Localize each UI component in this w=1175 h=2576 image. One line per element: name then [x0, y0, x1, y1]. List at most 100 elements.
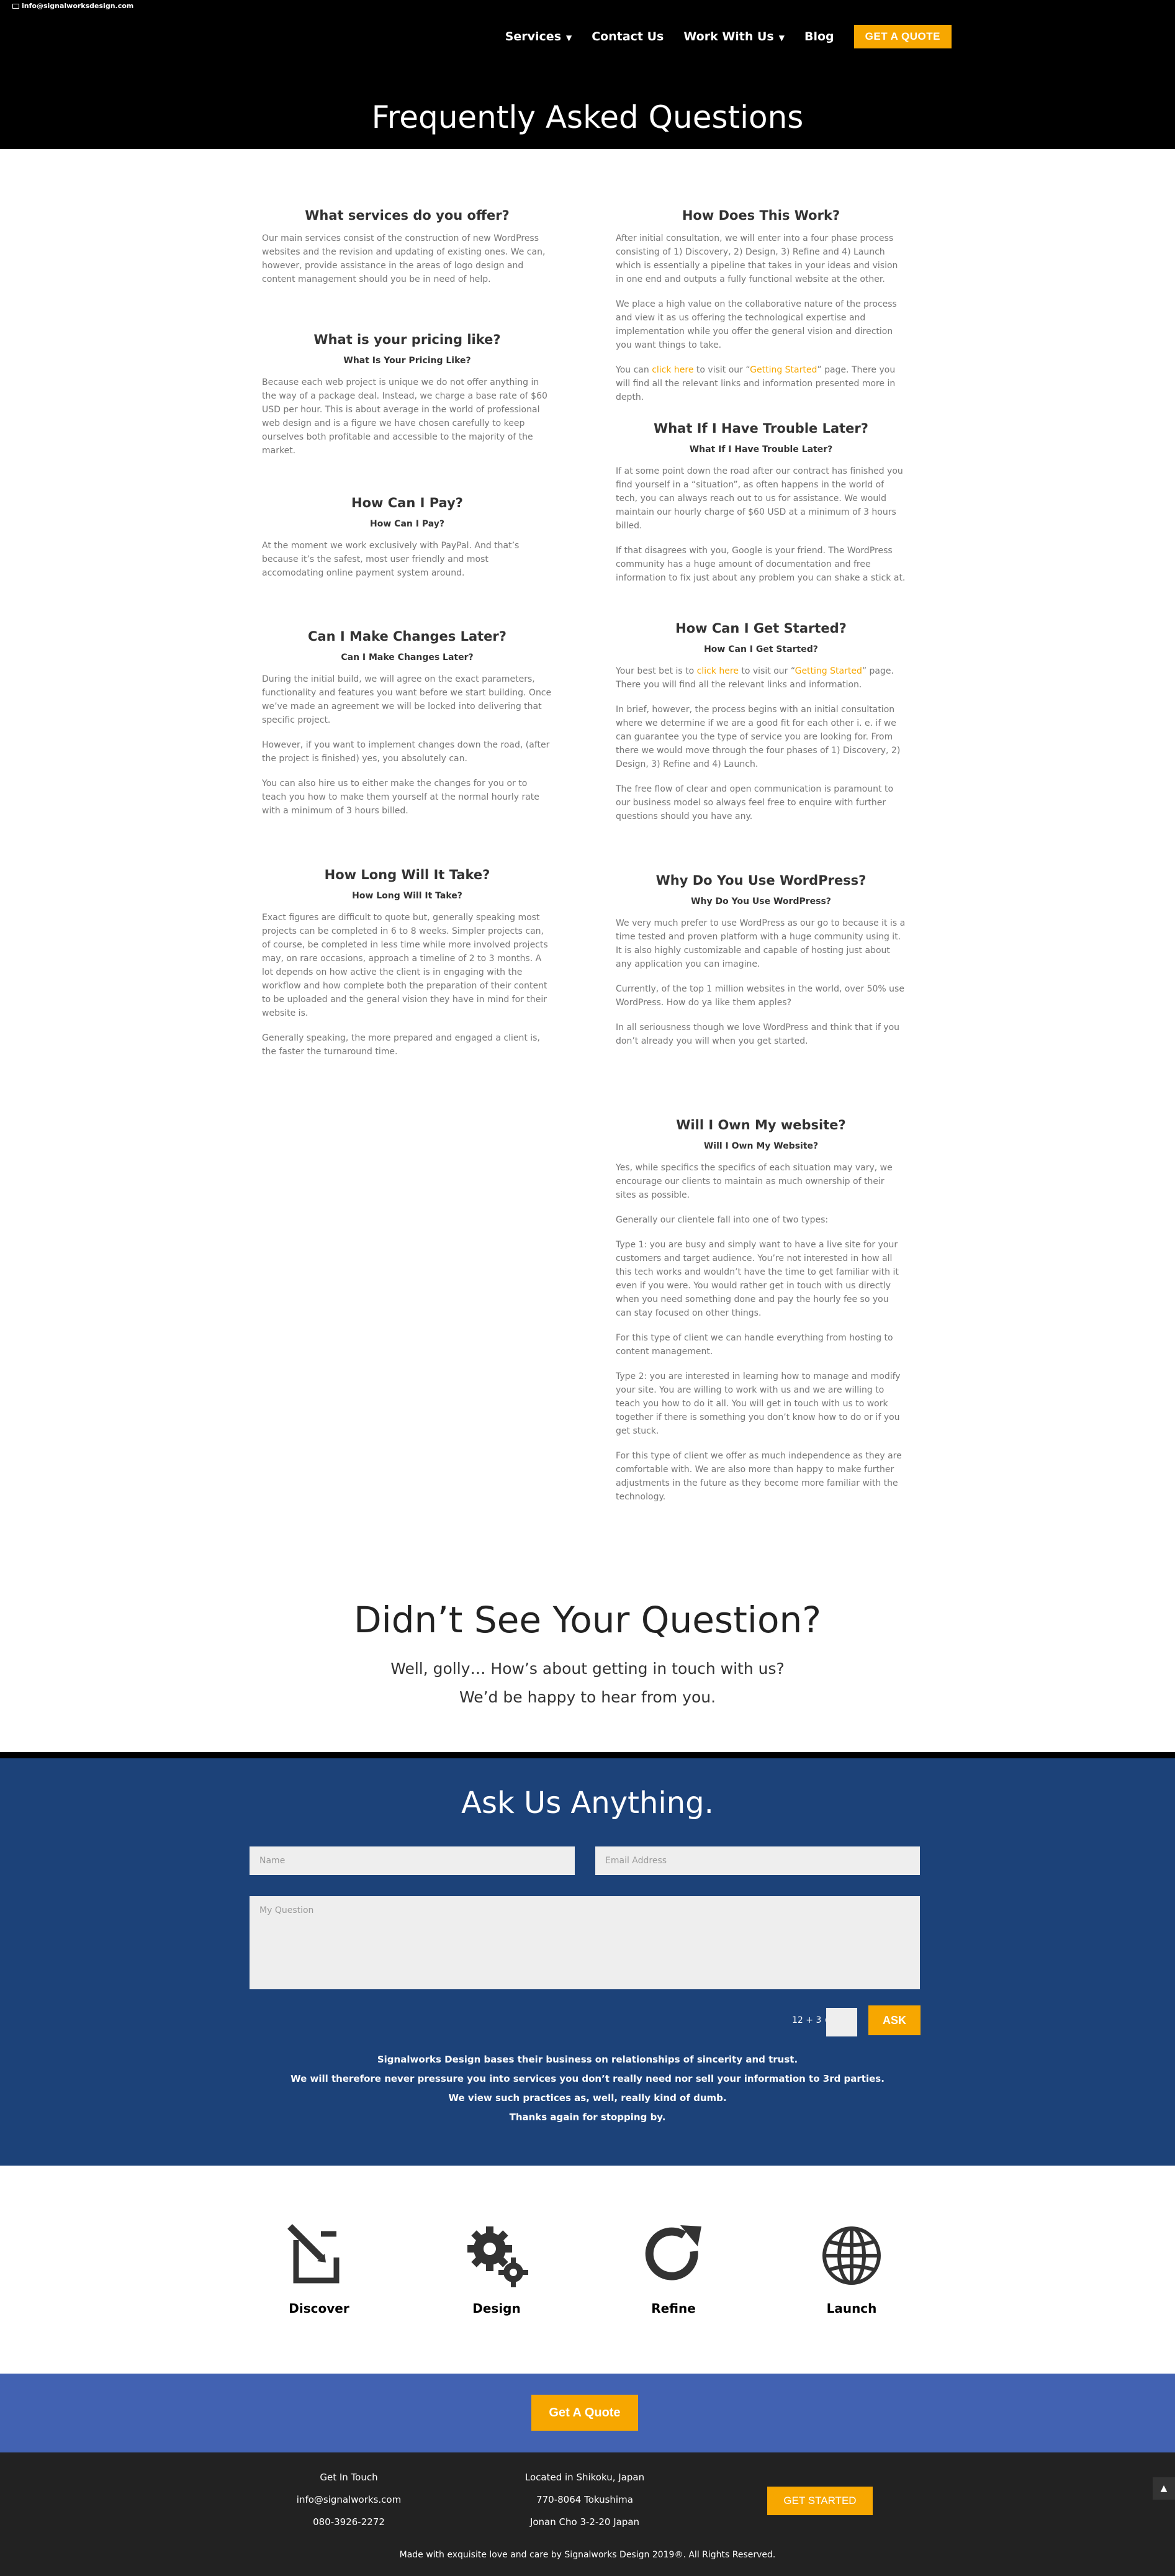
- footer-email[interactable]: info@signalworks.com: [287, 2488, 411, 2511]
- step-discover: Discover: [251, 2221, 387, 2316]
- faq-text: In all seriousness though we love WordPr…: [616, 1023, 900, 1046]
- faq-trouble: What If I Have Trouble Later? What If I …: [616, 421, 906, 596]
- section-heading: Ask Us Anything.: [461, 1786, 714, 1820]
- faq-text: Generally our clientele fall into one of…: [616, 1215, 829, 1225]
- footer-location-heading: Located in Shikoku, Japan: [524, 2472, 645, 2483]
- faq-title: What services do you offer?: [305, 208, 510, 223]
- faq-services: What services do you offer? Our main ser…: [262, 208, 552, 297]
- faq-text: Currently, of the top 1 million websites…: [616, 984, 904, 1008]
- faq-text: However, if you want to implement change…: [262, 740, 550, 764]
- click-here-link[interactable]: click here: [652, 365, 693, 375]
- faq-how-long: How Long Will It Take? How Long Will It …: [262, 867, 552, 1070]
- getting-started-link[interactable]: Getting Started: [750, 365, 817, 375]
- faq-title: What If I Have Trouble Later?: [654, 421, 868, 436]
- faq-text: Generally speaking, the more prepared an…: [262, 1033, 540, 1057]
- faq-text: During the initial build, we will agree …: [262, 674, 552, 725]
- step-label: Launch: [826, 2301, 877, 2316]
- cta-band: Get A Quote: [0, 2374, 1175, 2452]
- step-label: Refine: [651, 2301, 696, 2316]
- faq-subtitle: What Is Your Pricing Like?: [343, 356, 471, 366]
- click-here-link[interactable]: click here: [697, 666, 739, 676]
- process-section: Discover Design Refine Launch: [0, 2166, 1175, 2374]
- footer: Get In Touch info@signalworks.com 080-39…: [0, 2452, 1175, 2576]
- page-title: Frequently Asked Questions: [371, 99, 804, 135]
- footer-address: 770-8064 Tokushima: [536, 2494, 633, 2505]
- faq-text: We place a high value on the collaborati…: [616, 299, 897, 350]
- back-to-top-icon[interactable]: ▲: [1153, 2477, 1175, 2500]
- footer-heading: Get In Touch: [320, 2472, 378, 2483]
- globe-icon: [822, 2226, 881, 2285]
- edit-icon: [287, 2224, 340, 2284]
- topbar-email[interactable]: info@signalworksdesign.com: [22, 2, 133, 10]
- main-nav: Services ▼ Contact Us Work With Us ▼ Blog …: [505, 25, 952, 48]
- footer-contact: Get In Touch info@signalworks.com 080-39…: [287, 2466, 411, 2533]
- faq-text: We very much prefer to use WordPress as …: [616, 918, 906, 969]
- faq-text: Yes, while specifics the specifics of ea…: [616, 1163, 893, 1200]
- faq-title: What is your pricing like?: [313, 332, 501, 347]
- faq-title: Will I Own My website?: [676, 1118, 846, 1132]
- ask-note: Signalworks Design bases their business …: [290, 2054, 885, 2123]
- faq-title: Why Do You Use WordPress?: [655, 873, 867, 888]
- ask-section: Ask Us Anything. Name Email Address My Q…: [0, 1758, 1175, 2166]
- getting-started-link[interactable]: Getting Started: [795, 666, 862, 676]
- footer-address: Jonan Cho 3-2-20 Japan: [529, 2516, 640, 2528]
- get-started-button[interactable]: GET STARTED: [767, 2487, 873, 2515]
- faq-subtitle: How Can I Pay?: [370, 519, 444, 529]
- section-line: We’d be happy to hear from you.: [459, 1688, 716, 1706]
- faq-text: For this type of client we can handle ev…: [616, 1333, 893, 1357]
- faq-subtitle: How Can I Get Started?: [704, 644, 818, 654]
- faq-own-website: Will I Own My website? Will I Own My Web…: [616, 1118, 906, 1515]
- refresh-icon: [645, 2225, 701, 2280]
- step-label: Discover: [289, 2301, 349, 2316]
- faq-subtitle: How Long Will It Take?: [352, 891, 462, 901]
- faq-text: For this type of client we offer as much…: [616, 1451, 902, 1502]
- faq-text: At the moment we work exclusively with P…: [262, 541, 520, 578]
- name-input[interactable]: Name: [250, 1846, 575, 1875]
- captcha-input[interactable]: [826, 2008, 857, 2036]
- gears-icon: [467, 2226, 528, 2287]
- copyright: Made with exquisite love and care by Sig…: [399, 2550, 776, 2560]
- faq-how-works: How Does This Work? After initial consul…: [616, 208, 906, 415]
- nav-blog[interactable]: Blog: [804, 30, 834, 43]
- nav-services[interactable]: Services ▼: [505, 30, 572, 43]
- chevron-down-icon: ▼: [778, 34, 785, 42]
- step-design: Design: [428, 2221, 565, 2316]
- section-line: Well, golly… How’s about getting in touc…: [390, 1660, 785, 1678]
- step-launch: Launch: [783, 2221, 920, 2316]
- ask-button[interactable]: ASK: [868, 2005, 921, 2035]
- faq-pay: How Can I Pay? How Can I Pay? At the mom…: [262, 495, 552, 591]
- faq-changes: Can I Make Changes Later? Can I Make Cha…: [262, 629, 552, 829]
- nav-contact[interactable]: Contact Us: [592, 30, 664, 43]
- faq-text: Our main services consist of the constru…: [262, 233, 546, 284]
- didnt-see-section: Didn’t See Your Question? Well, golly… H…: [0, 1599, 1175, 1712]
- get-a-quote-cta-button[interactable]: Get A Quote: [531, 2395, 638, 2431]
- topbar: info@signalworksdesign.com: [0, 0, 1175, 12]
- faq-title: How Can I Get Started?: [675, 621, 847, 636]
- site-header: Services ▼ Contact Us Work With Us ▼ Blog …: [0, 12, 1175, 149]
- faq-pricing: What is your pricing like? What Is Your …: [262, 332, 552, 469]
- step-label: Design: [472, 2301, 521, 2316]
- faq-title: Can I Make Changes Later?: [308, 629, 506, 644]
- question-textarea[interactable]: My Question: [250, 1896, 920, 1989]
- faq-wordpress: Why Do You Use WordPress? Why Do You Use…: [616, 873, 906, 1059]
- faq-text: Your best bet is to click here to visit …: [616, 666, 894, 690]
- chevron-down-icon: ▼: [566, 34, 572, 42]
- email-input[interactable]: Email Address: [595, 1846, 920, 1875]
- faq-text: Type 1: you are busy and simply want to …: [616, 1240, 899, 1318]
- faq-text: Exact figures are difficult to quote but…: [262, 913, 548, 1018]
- faq-text: After initial consultation, we will ente…: [616, 233, 898, 284]
- mail-icon: [12, 4, 19, 9]
- footer-location: Located in Shikoku, Japan 770-8064 Tokus…: [492, 2466, 678, 2533]
- faq-text: You can click here to visit our “Getting…: [616, 365, 896, 402]
- divider: [0, 1752, 1175, 1758]
- nav-work-with-us[interactable]: Work With Us ▼: [683, 30, 785, 43]
- faq-subtitle: Will I Own My Website?: [703, 1141, 819, 1151]
- faq-text: The free flow of clear and open communic…: [616, 784, 894, 821]
- faq-title: How Does This Work?: [682, 208, 840, 223]
- faq-subtitle: What If I Have Trouble Later?: [689, 445, 833, 454]
- faq-text: If at some point down the road after our…: [616, 466, 903, 531]
- faq-text: You can also hire us to either make the …: [262, 779, 539, 816]
- faq-text: If that disagrees with you, Google is yo…: [616, 546, 906, 583]
- get-a-quote-button[interactable]: GET A QUOTE: [853, 25, 952, 48]
- faq-title: How Can I Pay?: [351, 495, 463, 510]
